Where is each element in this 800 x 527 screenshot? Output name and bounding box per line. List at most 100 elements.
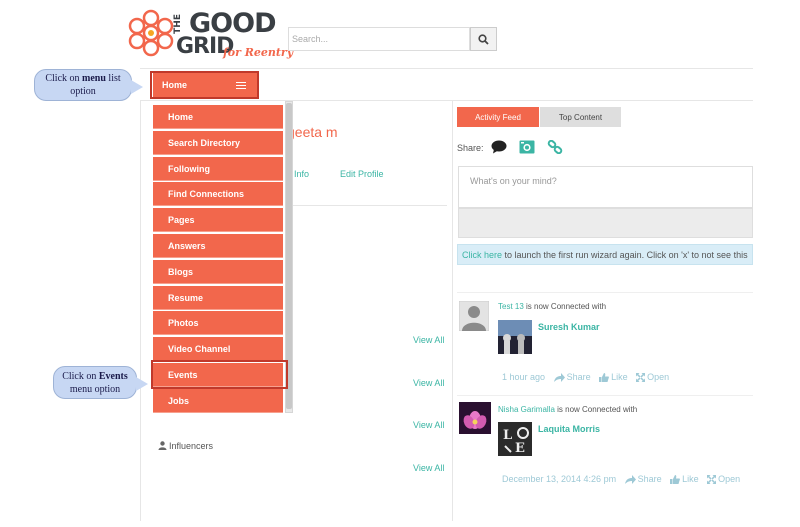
menu-item-label: Blogs [168, 267, 194, 277]
svg-text:L: L [503, 428, 512, 443]
wizard-link[interactable]: Click here [462, 250, 502, 260]
menu-item-following[interactable]: Following [153, 157, 283, 181]
site-logo[interactable]: THE GOOD GRID for Reentry [126, 8, 293, 64]
like-label: Like [682, 474, 699, 484]
menu-item-label: Resume [168, 293, 204, 303]
menu-highlight-box [150, 71, 259, 99]
menu-item-label: Pages [168, 215, 195, 225]
speech-bubble-icon[interactable] [491, 140, 507, 154]
menu-item-label: Photos [168, 318, 199, 328]
menu-item-jobs[interactable]: Jobs [153, 389, 283, 413]
open-label: Open [647, 372, 670, 382]
logo-the-text: THE [173, 14, 183, 34]
callout-pointer [131, 80, 143, 94]
share-label: Share [566, 372, 591, 382]
events-instruction-callout: Click on Events menu option [53, 366, 148, 399]
feed-action-text: is now Connected with [554, 405, 638, 414]
feed-item: Nisha Garimalla is now Connected with L … [457, 402, 753, 494]
search-icon [478, 34, 489, 45]
feed-like-action[interactable]: Like [670, 474, 699, 484]
profile-name: geeta m [287, 124, 338, 140]
tab-label: Activity Feed [475, 113, 521, 122]
link-icon[interactable] [547, 140, 563, 154]
share-arrow-icon [624, 475, 636, 484]
thumbs-up-icon [599, 373, 609, 382]
menu-item-home[interactable]: Home [153, 105, 283, 129]
expand-icon [636, 373, 646, 382]
menu-item-label: Video Channel [168, 344, 231, 354]
thumbs-up-icon [670, 475, 681, 484]
tab-activity-feed[interactable]: Activity Feed [457, 107, 539, 127]
logo-flower-icon [128, 9, 174, 57]
tab-top-content[interactable]: Top Content [540, 107, 621, 127]
menu-item-label: Following [168, 164, 210, 174]
user-icon [158, 441, 167, 450]
feed-time: December 13, 2014 4:26 pm [502, 474, 617, 484]
status-input[interactable] [470, 174, 750, 188]
callout-text: menu option [69, 384, 121, 395]
menu-item-label: Answers [168, 241, 206, 251]
feed-headline: Nisha Garimalla is now Connected with [498, 405, 637, 414]
logo-tagline: for Reentry [223, 46, 294, 59]
feed-target-name[interactable]: Suresh Kumar [538, 322, 600, 332]
feed-divider [457, 395, 753, 396]
menu-item-pages[interactable]: Pages [153, 208, 283, 232]
tab-label: Top Content [558, 113, 603, 122]
feed-time: 1 hour ago [502, 372, 546, 382]
like-label: Like [611, 372, 628, 382]
connection-avatar[interactable] [498, 320, 532, 354]
feed-share-action[interactable]: Share [624, 474, 662, 484]
view-all-link[interactable]: View All [413, 378, 444, 388]
menu-item-label: Find Connections [168, 189, 244, 199]
influencers-heading: Influencers [158, 441, 213, 451]
menu-item-video-channel[interactable]: Video Channel [153, 337, 283, 361]
callout-bold-text: Events [98, 371, 128, 382]
avatar[interactable] [459, 402, 491, 434]
menu-item-find-connections[interactable]: Find Connections [153, 182, 283, 206]
feed-like-action[interactable]: Like [599, 372, 628, 382]
menu-instruction-callout: Click on menu list option [34, 69, 143, 101]
feed-open-action[interactable]: Open [707, 474, 740, 484]
feed-target-name[interactable]: Laquita Morris [538, 424, 600, 434]
menu-item-search-directory[interactable]: Search Directory [153, 131, 283, 155]
svg-text:E: E [515, 441, 525, 456]
feed-actor-link[interactable]: Nisha Garimalla [498, 405, 555, 414]
feed-actor-link[interactable]: Test 13 [498, 302, 524, 311]
first-run-wizard-notice: Click here to launch the first run wizar… [457, 244, 753, 265]
menu-item-blogs[interactable]: Blogs [153, 260, 283, 284]
share-arrow-icon [553, 373, 565, 382]
expand-icon [707, 475, 717, 484]
menu-item-answers[interactable]: Answers [153, 234, 283, 258]
search-button[interactable] [470, 27, 497, 51]
camera-icon[interactable] [519, 140, 535, 154]
menu-item-label: Jobs [168, 396, 190, 406]
status-toolbar [458, 208, 753, 238]
callout-pointer [136, 377, 148, 391]
influencers-label: Influencers [169, 441, 214, 451]
avatar[interactable] [459, 301, 489, 331]
feed-open-action[interactable]: Open [636, 372, 669, 382]
open-label: Open [718, 474, 741, 484]
view-all-link[interactable]: View All [413, 335, 444, 345]
wizard-text: to launch the first run wizard again. Cl… [502, 250, 748, 260]
view-all-link[interactable]: View All [413, 420, 444, 430]
edit-profile-link[interactable]: Edit Profile [340, 169, 384, 179]
feed-meta: December 13, 2014 4:26 pm Share Like Ope… [502, 474, 740, 484]
menu-item-label: Search Directory [168, 138, 241, 148]
feed-item: Test 13 is now Connected with Suresh Kum… [457, 299, 753, 391]
feed-share-action[interactable]: Share [553, 372, 591, 382]
feed-meta: 1 hour ago Share Like Open [502, 372, 669, 382]
feed-action-text: is now Connected with [523, 302, 607, 311]
share-label: Share: [457, 143, 484, 153]
feed-divider [457, 292, 753, 293]
view-all-link[interactable]: View All [413, 463, 444, 473]
search-input[interactable] [292, 30, 468, 48]
menu-item-label: Home [168, 112, 194, 122]
menu-item-photos[interactable]: Photos [153, 311, 283, 335]
callout-text: Click on [45, 73, 83, 84]
profile-divider [287, 205, 447, 206]
connection-avatar[interactable]: L E [498, 422, 532, 456]
menu-item-resume[interactable]: Resume [153, 286, 283, 310]
callout-text: Click on [62, 371, 99, 382]
share-label: Share [637, 474, 662, 484]
